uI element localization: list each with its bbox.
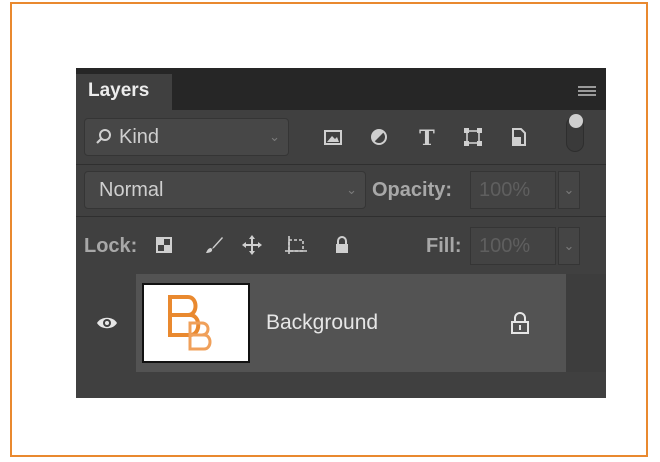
- lock-row: Lock: Fill: 100% ⌄: [76, 216, 606, 274]
- fill-label: Fill:: [426, 235, 462, 257]
- lock-transparent-pixels-icon[interactable]: [152, 233, 176, 257]
- lock-artboard-icon[interactable]: [284, 233, 308, 257]
- opacity-input[interactable]: 100%: [470, 171, 556, 209]
- layers-empty-area: [76, 372, 606, 398]
- search-icon: [95, 128, 113, 151]
- image-filter-icon[interactable]: [320, 118, 346, 156]
- lock-all-icon[interactable]: [330, 233, 354, 257]
- lock-label: Lock:: [84, 235, 138, 257]
- kind-label: Kind: [119, 126, 160, 148]
- opacity-label: Opacity:: [372, 179, 453, 201]
- layer-thumbnail: [142, 283, 250, 363]
- filter-toggle-switch[interactable]: [566, 114, 584, 152]
- type-filter-icon[interactable]: T: [414, 118, 440, 156]
- opacity-dropdown-button[interactable]: ⌄: [558, 171, 580, 209]
- visibility-column: [76, 274, 136, 372]
- kind-filter-dropdown[interactable]: Kind ⌄: [84, 118, 289, 156]
- panel-menu-icon[interactable]: [578, 86, 596, 97]
- layers-panel: Layers Kind ⌄ T Normal ⌄ Opacity: 100% ⌄…: [76, 68, 606, 398]
- blend-row: Normal ⌄ Opacity: 100% ⌄: [76, 164, 606, 216]
- smart-object-filter-icon[interactable]: [506, 118, 532, 156]
- layers-scrollbar-track[interactable]: [566, 274, 606, 372]
- lock-image-pixels-icon[interactable]: [202, 233, 226, 257]
- eye-icon[interactable]: [96, 314, 118, 332]
- layer-name: Background: [266, 311, 379, 334]
- blend-mode-value: Normal: [99, 179, 164, 201]
- chevron-down-icon: ⌄: [346, 182, 357, 197]
- filter-row: Kind ⌄ T: [76, 110, 606, 164]
- tab-layers[interactable]: Layers: [76, 74, 172, 110]
- toggle-knob: [569, 114, 583, 128]
- adjustment-filter-icon[interactable]: [366, 118, 392, 156]
- chevron-down-icon: ⌄: [269, 129, 280, 144]
- panel-tab-bar: Layers: [76, 68, 606, 110]
- shape-filter-icon[interactable]: [460, 118, 486, 156]
- layer-row-background[interactable]: Background: [76, 274, 566, 372]
- fill-input[interactable]: 100%: [470, 227, 556, 265]
- lock-position-icon[interactable]: [240, 233, 264, 257]
- layer-lock-icon: [511, 312, 529, 334]
- fill-dropdown-button[interactable]: ⌄: [558, 227, 580, 265]
- blend-mode-dropdown[interactable]: Normal ⌄: [84, 171, 366, 209]
